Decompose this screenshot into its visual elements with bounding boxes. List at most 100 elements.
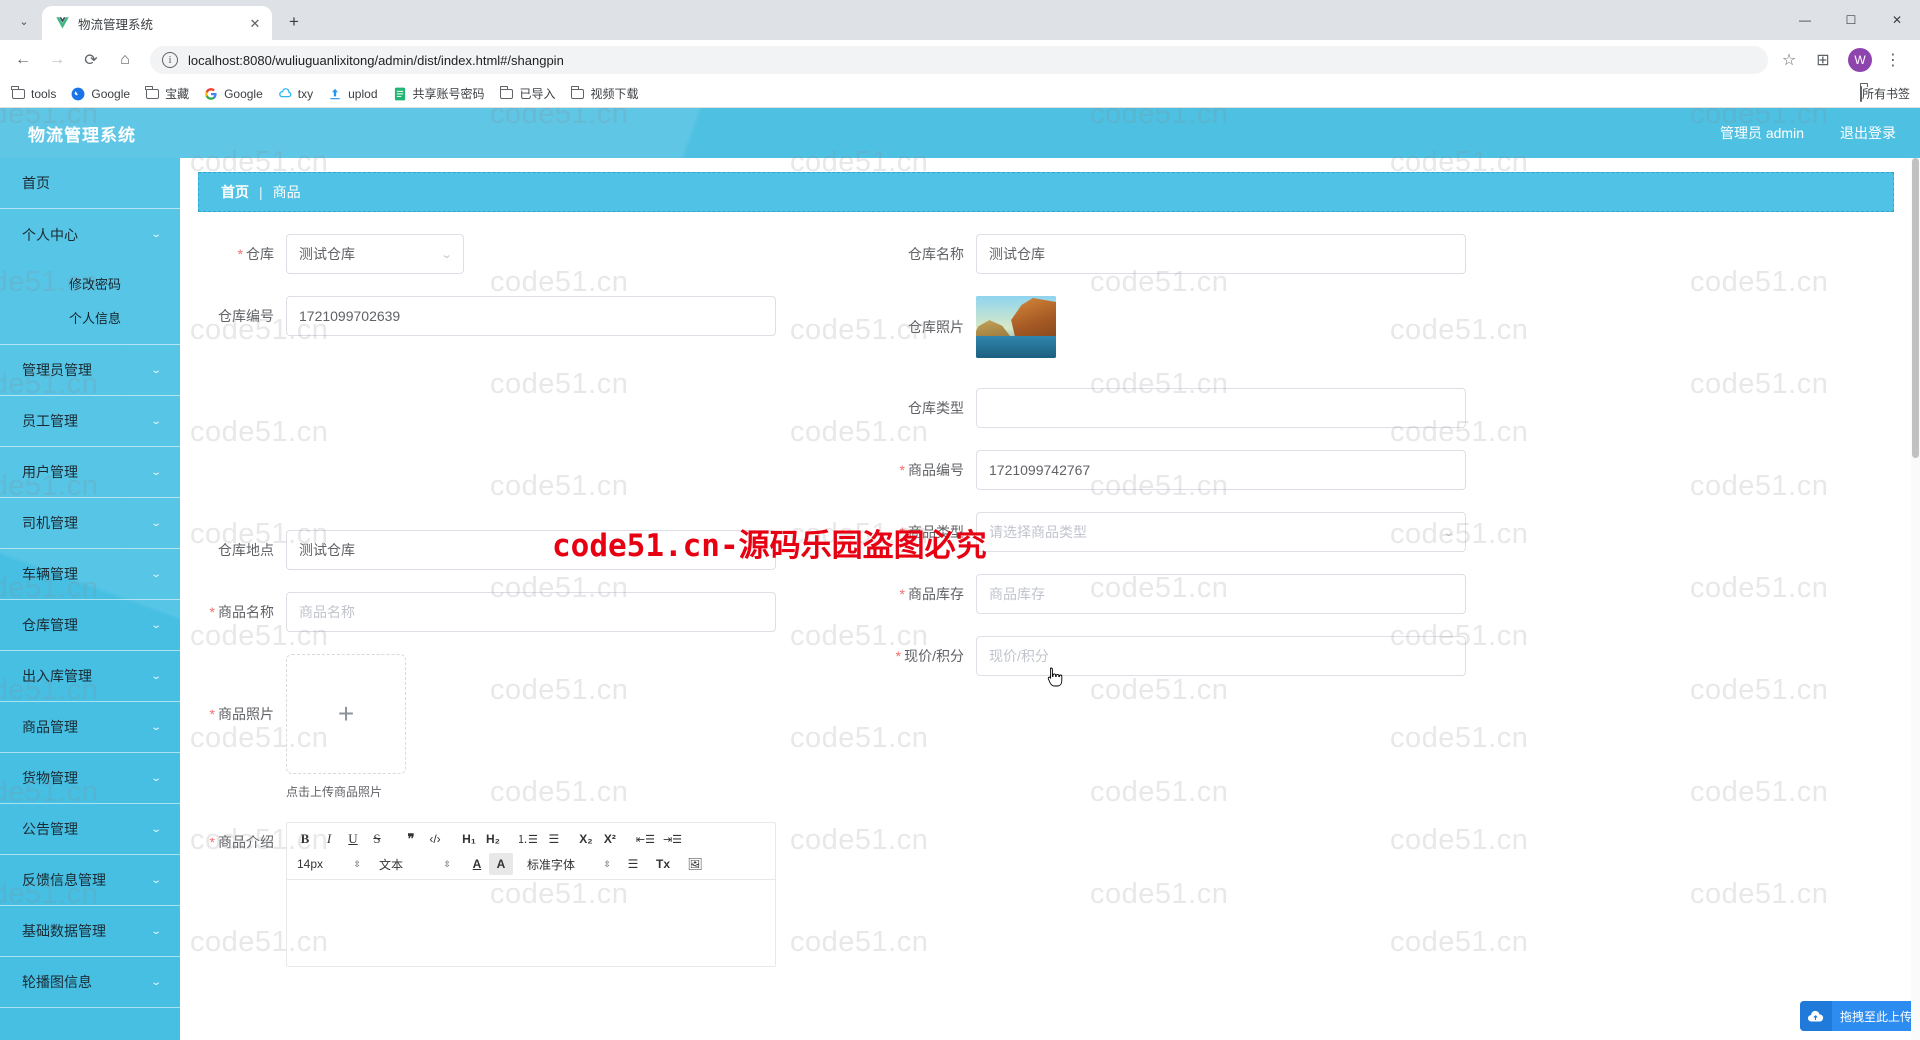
- ordered-list-icon[interactable]: ⒈☰: [513, 828, 542, 850]
- bookmark-item[interactable]: 已导入: [499, 85, 556, 102]
- italic-icon[interactable]: I: [317, 828, 341, 850]
- bookmark-item[interactable]: 宝藏: [144, 85, 189, 102]
- extensions-icon[interactable]: ⊞: [1808, 45, 1838, 75]
- text-style-select[interactable]: 文本 ⇳: [375, 853, 455, 875]
- site-info-icon[interactable]: i: [162, 52, 178, 68]
- content-scrollbar[interactable]: [1911, 158, 1920, 1040]
- bullet-list-icon[interactable]: ☰: [542, 828, 566, 850]
- bookmark-item[interactable]: uplod: [327, 86, 378, 102]
- product-name-input[interactable]: 商品名称: [286, 592, 776, 632]
- bookmark-item[interactable]: Google: [70, 86, 130, 102]
- label-text: 仓库类型: [908, 400, 964, 416]
- superscript-icon[interactable]: X²: [598, 828, 622, 850]
- close-window-button[interactable]: ✕: [1874, 0, 1920, 40]
- sidebar-subitem-change-password[interactable]: 修改密码: [0, 266, 180, 300]
- bookmark-item[interactable]: Google: [203, 86, 263, 102]
- clear-format-icon[interactable]: Tx: [651, 853, 675, 875]
- sidebar-item-warehouse-management[interactable]: 仓库管理 ⌄: [0, 600, 180, 651]
- align-icon[interactable]: ☰: [621, 853, 645, 875]
- sidebar-item-label: 仓库管理: [22, 617, 78, 633]
- sidebar-item-admin-management[interactable]: 管理员管理 ⌄: [0, 345, 180, 396]
- sidebar-item-basic-data-management[interactable]: 基础数据管理 ⌄: [0, 906, 180, 957]
- sidebar-item-home[interactable]: 首页: [0, 158, 180, 209]
- warehouse-code-input[interactable]: 1721099702639: [286, 296, 776, 336]
- sidebar-item-carousel-info[interactable]: 轮播图信息 ⌄: [0, 957, 180, 1008]
- font-color-icon[interactable]: A: [465, 853, 489, 875]
- warehouse-select[interactable]: 测试仓库 ⌄: [286, 234, 464, 274]
- field-product-name: * 商品名称 商品名称: [198, 592, 888, 632]
- logout-button[interactable]: 退出登录: [1840, 123, 1896, 143]
- editor-toolbar-row-2: 14px ⇳ 文本 ⇳ A A 标准字体 ⇳ ☰ Tx 🖼: [293, 853, 769, 875]
- bookmark-star-icon[interactable]: ☆: [1774, 45, 1804, 75]
- code-icon[interactable]: ‹/›: [423, 828, 447, 850]
- browser-tab[interactable]: 物流管理系统 ✕: [42, 6, 272, 40]
- outdent-icon[interactable]: ⇤☰: [632, 828, 659, 850]
- minimize-button[interactable]: —: [1782, 0, 1828, 40]
- bookmark-label: uplod: [348, 86, 378, 101]
- text-style-value: 文本: [379, 857, 404, 872]
- strikethrough-icon[interactable]: S: [365, 828, 389, 850]
- insert-image-icon[interactable]: 🖼: [683, 853, 707, 875]
- bookmark-item[interactable]: tools: [10, 86, 56, 102]
- forward-icon[interactable]: →: [42, 45, 72, 75]
- sidebar-item-employee-management[interactable]: 员工管理 ⌄: [0, 396, 180, 447]
- home-icon[interactable]: ⌂: [110, 45, 140, 75]
- close-icon[interactable]: ✕: [246, 14, 264, 32]
- field-label: * 商品编号: [888, 450, 976, 490]
- field-label: 仓库类型: [888, 388, 976, 428]
- sidebar-item-label: 货物管理: [22, 770, 78, 786]
- browser-menu-icon[interactable]: ⋮: [1878, 45, 1908, 75]
- reload-icon[interactable]: ⟳: [76, 45, 106, 75]
- heading-2-icon[interactable]: H₂: [481, 828, 505, 850]
- product-stock-input[interactable]: 商品库存: [976, 574, 1466, 614]
- sidebar-item-goods-management[interactable]: 货物管理 ⌄: [0, 753, 180, 804]
- underline-icon[interactable]: U: [341, 828, 365, 850]
- bold-icon[interactable]: B: [293, 828, 317, 850]
- bookmark-item[interactable]: txy: [277, 86, 313, 102]
- subscript-icon[interactable]: X₂: [574, 828, 598, 850]
- bookmark-item[interactable]: 视频下载: [570, 85, 639, 102]
- sidebar-item-driver-management[interactable]: 司机管理 ⌄: [0, 498, 180, 549]
- product-code-input[interactable]: 1721099742767: [976, 450, 1466, 490]
- required-asterisk: *: [899, 524, 905, 540]
- profile-avatar[interactable]: W: [1848, 48, 1872, 72]
- font-size-select[interactable]: 14px ⇳: [293, 853, 365, 875]
- warehouse-type-input[interactable]: [976, 388, 1466, 428]
- heading-1-icon[interactable]: H₁: [457, 828, 481, 850]
- warehouse-location-input[interactable]: 测试仓库: [286, 530, 776, 570]
- chevron-down-icon: ⌄: [150, 415, 162, 427]
- address-bar[interactable]: i localhost:8080/wuliuguanlixitong/admin…: [150, 46, 1768, 74]
- highlight-color-icon[interactable]: A: [489, 853, 513, 875]
- sidebar-item-vehicle-management[interactable]: 车辆管理 ⌄: [0, 549, 180, 600]
- sidebar-subitem-personal-info[interactable]: 个人信息: [0, 300, 180, 334]
- editor-content-area[interactable]: [287, 880, 775, 966]
- blockquote-icon[interactable]: ❞: [399, 828, 423, 850]
- price-points-input[interactable]: 现价/积分: [976, 636, 1466, 676]
- warehouse-name-input[interactable]: 测试仓库: [976, 234, 1466, 274]
- sidebar-item-personal-center[interactable]: 个人中心 ⌄: [0, 209, 180, 260]
- form-right-column: 仓库名称 测试仓库 仓库照片 仓库类型 * 商品编号 1721099742767…: [888, 234, 1894, 989]
- scrollbar-thumb[interactable]: [1912, 158, 1919, 458]
- form-left-column: * 仓库 测试仓库 ⌄ 仓库编号 1721099702639 仓库地点 测试仓库…: [198, 234, 888, 989]
- all-bookmarks-button[interactable]: 所有书签: [1859, 85, 1910, 102]
- bookmark-item[interactable]: 共享账号密码: [392, 85, 485, 102]
- font-family-select[interactable]: 标准字体 ⇳: [523, 853, 615, 875]
- sidebar-item-announcement-management[interactable]: 公告管理 ⌄: [0, 804, 180, 855]
- product-type-select[interactable]: 请选择商品类型 ⌄: [976, 512, 1466, 552]
- sidebar-item-inout-management[interactable]: 出入库管理 ⌄: [0, 651, 180, 702]
- breadcrumb-home[interactable]: 首页: [221, 182, 249, 202]
- tab-title: 物流管理系统: [78, 17, 154, 32]
- sidebar-item-feedback-management[interactable]: 反馈信息管理 ⌄: [0, 855, 180, 906]
- sidebar-item-product-management[interactable]: 商品管理 ⌄: [0, 702, 180, 753]
- warehouse-photo-thumbnail[interactable]: [976, 296, 1056, 358]
- indent-icon[interactable]: ⇥☰: [659, 828, 686, 850]
- back-icon[interactable]: ←: [8, 45, 38, 75]
- new-tab-button[interactable]: +: [280, 8, 308, 36]
- vue-favicon-icon: [54, 15, 70, 31]
- product-photo-upload-button[interactable]: +: [286, 654, 406, 774]
- sidebar-item-user-management[interactable]: 用户管理 ⌄: [0, 447, 180, 498]
- maximize-button[interactable]: ☐: [1828, 0, 1874, 40]
- chevron-down-icon: ⌄: [150, 823, 162, 835]
- tab-list-button[interactable]: ⌄: [10, 7, 38, 35]
- drag-upload-widget[interactable]: 拖拽至此上传: [1799, 1001, 1920, 1031]
